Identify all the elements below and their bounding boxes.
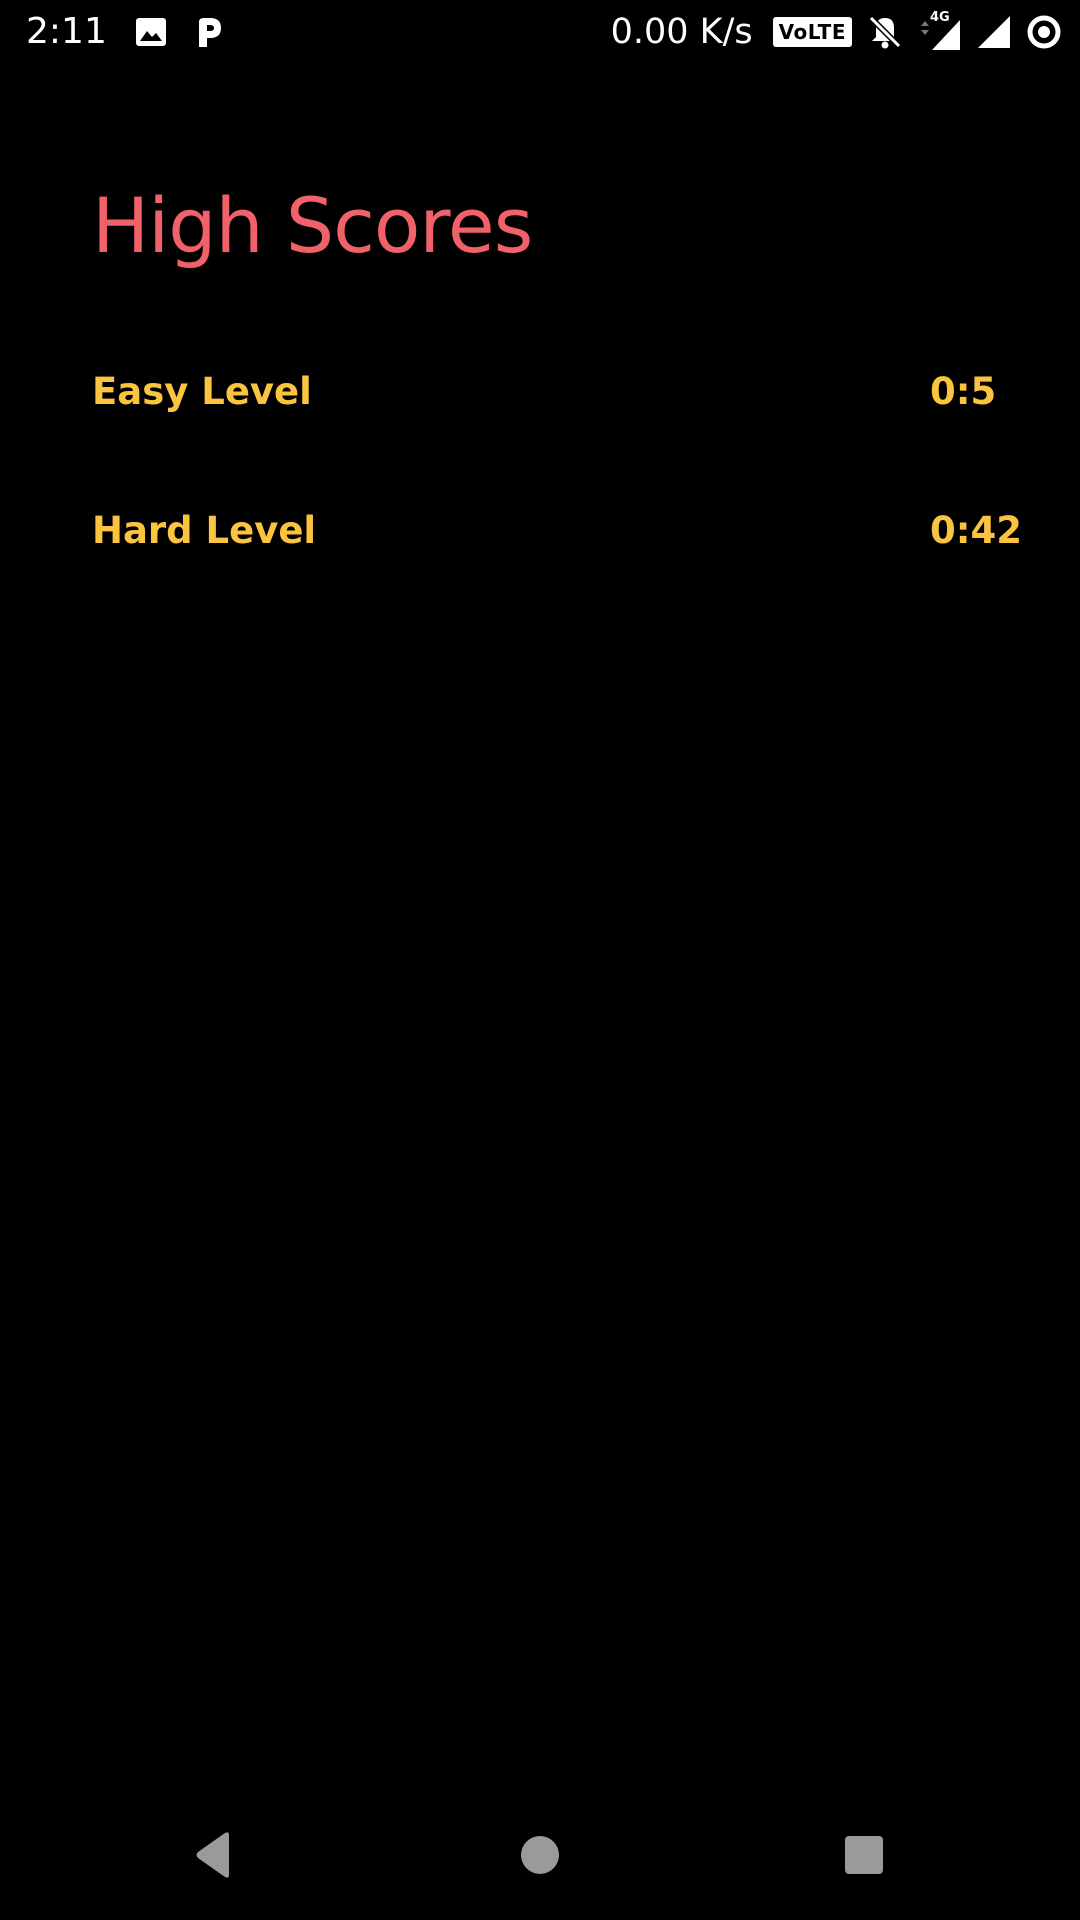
home-circle-icon: [521, 1836, 559, 1874]
recents-button[interactable]: [824, 1815, 904, 1895]
home-button[interactable]: [500, 1815, 580, 1895]
recents-square-icon: [845, 1836, 883, 1874]
image-icon: [135, 17, 167, 47]
navigation-bar: [0, 1790, 1080, 1920]
signal-icon: [976, 14, 1012, 50]
score-value-easy: 0:5: [930, 370, 997, 413]
page-title: High Scores: [92, 181, 533, 270]
back-button[interactable]: [174, 1815, 254, 1895]
bell-off-icon: [866, 13, 904, 51]
p-app-icon: [195, 16, 223, 48]
status-right: 0.00 K/s VoLTE 4G: [611, 8, 1062, 56]
score-row-hard: Hard Level 0:42: [92, 501, 1022, 561]
status-left: 2:11: [26, 8, 223, 56]
network-type-label: 4G: [930, 10, 950, 25]
status-time: 2:11: [26, 11, 107, 52]
volte-icon: VoLTE: [772, 17, 852, 47]
score-value-hard: 0:42: [930, 509, 1023, 552]
ring-icon: [1026, 14, 1062, 50]
back-triangle-icon: [196, 1832, 229, 1878]
network-type: 4G: [918, 10, 962, 52]
network-speed: 0.00 K/s: [610, 12, 753, 52]
score-row-easy: Easy Level 0:5: [92, 362, 1012, 422]
score-label-easy: Easy Level: [92, 370, 312, 413]
score-label-hard: Hard Level: [92, 509, 317, 552]
status-bar: 2:11 0.00 K/s VoLTE 4G: [0, 0, 1080, 64]
